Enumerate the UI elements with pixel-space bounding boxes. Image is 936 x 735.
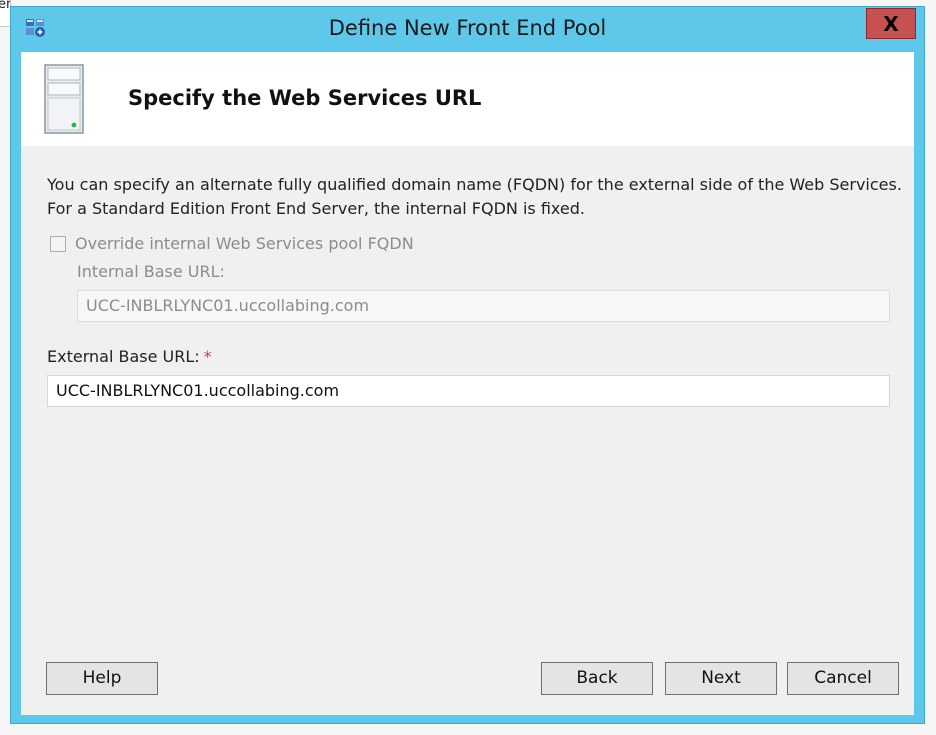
override-fqdn-label: Override internal Web Services pool FQDN [75,234,414,253]
description-line-1: You can specify an alternate fully quali… [47,175,902,194]
required-marker: * [203,347,212,366]
description-line-2: For a Standard Edition Front End Server,… [47,199,585,218]
external-base-url-input[interactable]: UCC-INBLRLYNC01.uccollabing.com [47,375,890,407]
help-button[interactable]: Help [46,662,158,695]
external-base-url-label-text: External Base URL: [47,347,200,366]
override-fqdn-checkbox[interactable] [50,235,66,252]
define-front-end-pool-dialog: Define New Front End Pool X Specify the … [10,6,925,724]
cancel-button[interactable]: Cancel [787,662,899,695]
external-base-url-label: External Base URL: * [47,347,212,366]
internal-base-url-field: UCC-INBLRLYNC01.uccollabing.com [77,290,890,322]
internal-base-url-label: Internal Base URL: [77,262,225,281]
description-text: You can specify an alternate fully quali… [47,173,902,221]
dialog-content: Specify the Web Services URL You can spe… [21,52,914,715]
back-button[interactable]: Back [541,662,653,695]
next-button[interactable]: Next [665,662,777,695]
page-header: Specify the Web Services URL [21,52,914,146]
server-icon [44,64,84,134]
page-title: Specify the Web Services URL [128,86,482,110]
close-icon: X [883,11,899,36]
close-button[interactable]: X [866,8,916,39]
title-bar[interactable]: Define New Front End Pool X [11,7,924,51]
dialog-title: Define New Front End Pool [328,16,607,40]
override-fqdn-option: Override internal Web Services pool FQDN [50,234,414,253]
